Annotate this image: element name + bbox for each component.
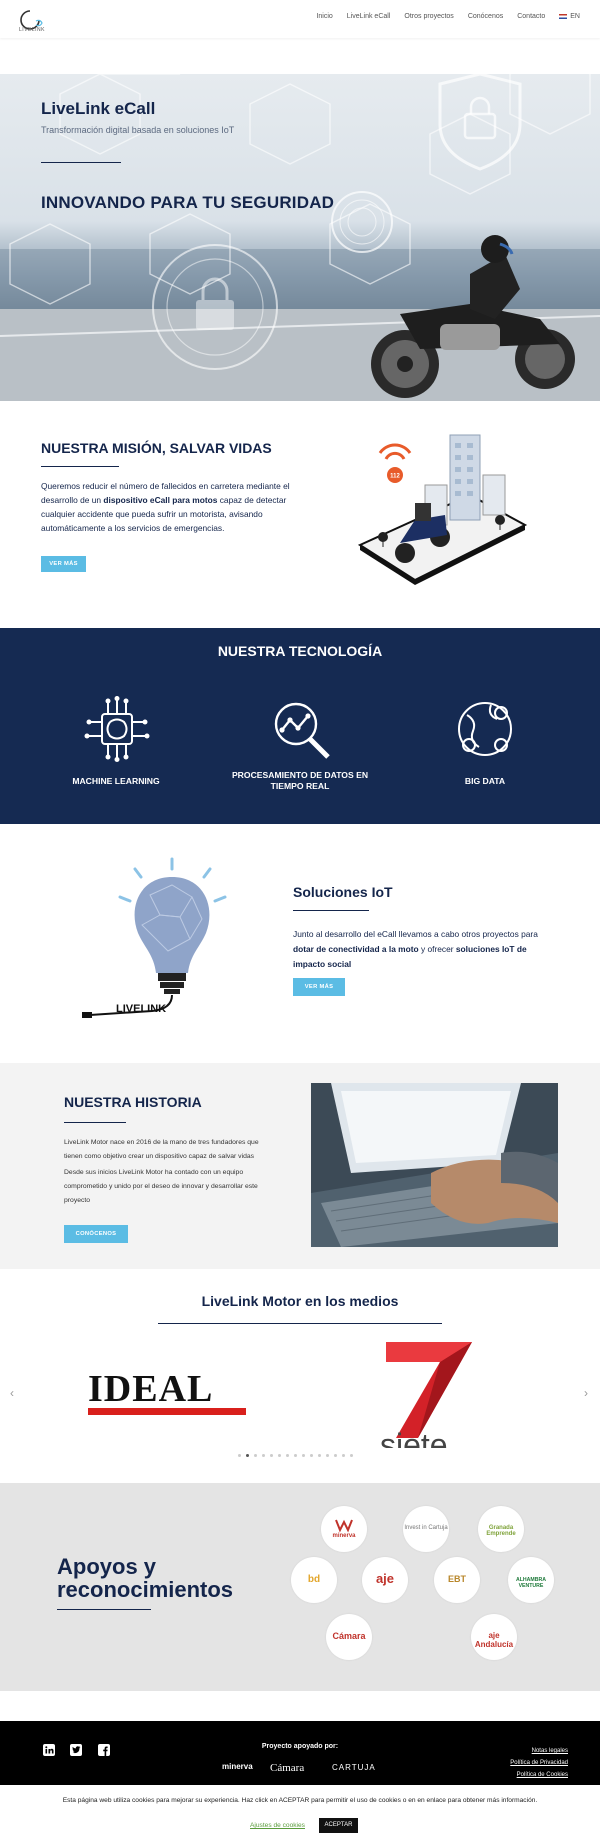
language-switch[interactable]: EN [559,13,580,20]
mission-ver-mas-button[interactable]: VER MÁS [41,556,86,572]
iot-ver-mas-button[interactable]: VER MÁS [293,978,345,996]
cookie-message: Esta página web utiliza cookies para mej… [62,1797,538,1804]
mission-divider [41,466,119,467]
iot-text: Junto al desarrollo del eCall llevamos a… [293,929,538,969]
hero-subtitle: Transformación digital basada en solucio… [41,125,235,135]
logo-text: LIVELINK [19,27,45,33]
camara-logo[interactable]: Cámara [326,1614,372,1660]
laptop-photo [311,1083,558,1247]
mission-text: Queremos reducir el número de fallecidos… [41,481,290,533]
conocenos-button[interactable]: CONÓCENOS [64,1225,128,1243]
carousel-dot[interactable] [350,1454,353,1457]
tech-item-big-data: BIG DATA [464,776,506,786]
hero-title: LiveLink eCall [41,99,156,118]
carousel-next-arrow[interactable]: › [584,1386,588,1400]
aje-logo[interactable]: aje [362,1557,408,1603]
aje-andalucia-logo[interactable]: aje Andalucía [471,1614,517,1660]
carousel-dots [238,1454,353,1457]
support-title: Apoyos y reconocimientos [57,1554,234,1602]
language-label: EN [570,13,580,20]
nav-item-conocenos[interactable]: Conócenos [468,13,503,20]
history-title: NUESTRA HISTORIA [64,1094,202,1110]
iot-divider [293,910,369,911]
ideal-logo[interactable]: IDEAL [88,1370,246,1408]
history-divider [64,1122,126,1123]
minerva-logo[interactable]: minerva [321,1506,367,1552]
iot-bulb-illustration: LIVELINK [82,857,227,1018]
bd-logo[interactable]: bd [291,1557,337,1603]
uk-flag-icon [559,13,568,19]
iot-title: Soluciones IoT [293,884,393,900]
hero-divider [41,162,121,163]
carousel-dot[interactable] [238,1454,241,1457]
media-title: LiveLink Motor en los medios [201,1293,399,1309]
bulb-label: LIVELINK [116,1003,166,1015]
main-nav: Inicio LiveLink eCall Otros proyectos Co… [316,13,580,20]
carousel-dot[interactable] [302,1454,305,1457]
emergency-number-badge: 112 [390,474,400,480]
support-divider [57,1609,151,1610]
media-divider [158,1323,442,1324]
footer-sponsor-label: Proyecto apoyado por: [261,1743,339,1750]
carousel-dot[interactable] [278,1454,281,1457]
ecall-city-illustration: 112 [357,434,528,585]
carousel-dot[interactable] [286,1454,289,1457]
globe-users-icon [458,702,512,756]
carousel-dot[interactable] [318,1454,321,1457]
brain-circuit-icon [84,696,150,762]
carousel-dot[interactable] [294,1454,297,1457]
carousel-dot[interactable] [342,1454,345,1457]
nav-item-contacto[interactable]: Contacto [517,13,545,20]
footer-link-notas-legales[interactable]: Notas legales [532,1748,568,1754]
footer-link-cookies[interactable]: Política de Cookies [517,1772,568,1778]
footer-cartuja-logo: CARTUJA [332,1763,376,1772]
tech-item-machine-learning: MACHINE LEARNING [72,776,160,786]
site-header: LIVELINK Inicio LiveLink eCall Otros pro… [0,0,600,38]
ideal-logo-underline [88,1408,246,1415]
hero-heading: INNOVANDO PARA TU SEGURIDAD [41,193,335,212]
carousel-dot[interactable] [310,1454,313,1457]
invest-in-cartuja-logo[interactable]: Invest in Cartuja [403,1506,449,1552]
nav-item-ecall[interactable]: LiveLink eCall [347,13,391,20]
carousel-dot[interactable] [246,1454,249,1457]
tech-item-real-time-processing: PROCESAMIENTO DE DATOS EN TIEMPO REAL [231,770,369,791]
technology-title: NUESTRA TECNOLOGÍA [217,643,383,659]
data-search-icon [274,702,330,759]
hero-background-illustration [0,74,600,401]
carousel-dot[interactable] [270,1454,273,1457]
mission-title: NUESTRA MISIÓN, SALVAR VIDAS [41,440,272,456]
laptop-typing-image [311,1083,558,1247]
history-text: LiveLink Motor nace en 2016 de la mano d… [64,1136,274,1208]
carousel-dot[interactable] [334,1454,337,1457]
nav-item-inicio[interactable]: Inicio [316,13,332,20]
cookie-settings-link[interactable]: Ajustes de cookies [250,1822,305,1829]
cookie-accept-button[interactable]: ACEPTAR [319,1818,358,1833]
history-paragraph-2: Desde sus inicios LiveLink Motor ha cont… [64,1169,258,1204]
footer-camara-logo: Cámara [270,1762,305,1774]
carousel-dot[interactable] [262,1454,265,1457]
footer-minerva-logo: minerva [222,1762,253,1771]
carousel-dot[interactable] [326,1454,329,1457]
hero-banner [0,74,600,401]
cookie-banner [0,1785,600,1842]
nav-item-otros-proyectos[interactable]: Otros proyectos [404,13,453,20]
granada-emprende-logo[interactable]: Granada Emprende [478,1506,524,1552]
footer-link-privacidad[interactable]: Política de Privacidad [510,1760,568,1766]
alhambra-venture-logo[interactable]: ALHAMBRA VENTURE [508,1557,554,1603]
carousel-dot[interactable] [254,1454,257,1457]
ebt-logo[interactable]: EBT [434,1557,480,1603]
carousel-prev-arrow[interactable]: ‹ [10,1386,14,1400]
history-paragraph-1: LiveLink Motor nace en 2016 de la mano d… [64,1139,259,1160]
siete-wordmark: siete [380,1430,448,1448]
